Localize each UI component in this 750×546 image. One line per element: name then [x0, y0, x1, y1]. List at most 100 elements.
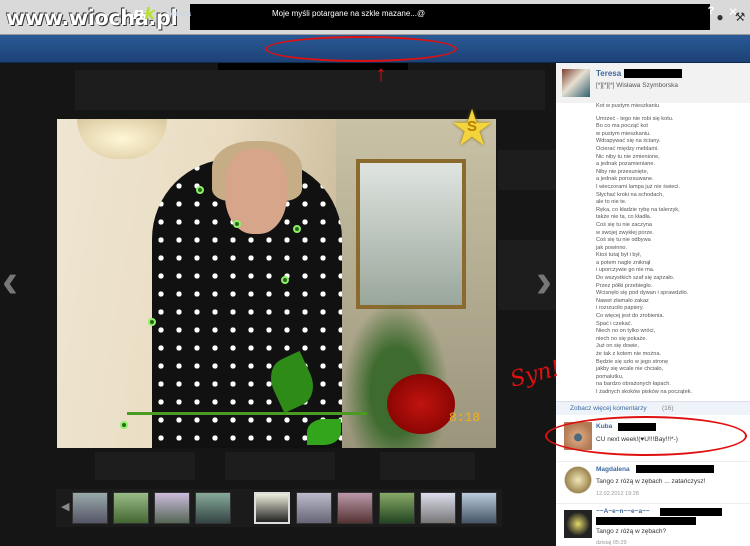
thumbnail[interactable] — [72, 492, 108, 524]
thumbnail[interactable] — [296, 492, 332, 524]
photo-tag-marker[interactable] — [233, 220, 241, 228]
photo-tag-marker[interactable] — [196, 186, 204, 194]
poem-line: jak powinno. — [596, 244, 628, 251]
close-button[interactable]: ✕ — [726, 5, 740, 21]
poem-line: Coś się tu nie odbywa — [596, 237, 651, 244]
poem-line: jakby się wcale nie chciało, — [596, 366, 664, 373]
poem-line: Coś się tu nie zaczyna — [596, 221, 652, 228]
thumbnail[interactable] — [113, 492, 149, 524]
redaction-bar — [636, 465, 714, 473]
photo-vine — [127, 412, 367, 415]
filmstrip-left-arrow-icon[interactable]: ◀ — [61, 500, 69, 513]
author-name[interactable]: Teresa — [596, 69, 621, 78]
thumbnail[interactable] — [420, 492, 456, 524]
photo-description: Kot w pustym mieszkaniu Umrzeć - tego nie… — [596, 103, 746, 397]
rose-icon — [387, 374, 455, 434]
poem-line: w swojej zwykłej porze. — [596, 229, 654, 236]
thumbnail[interactable] — [195, 492, 231, 524]
thumbnail[interactable] — [461, 492, 497, 524]
photo-timestamp: 8:18 — [449, 410, 481, 425]
photo-tag-marker[interactable] — [120, 421, 128, 429]
thumbnail[interactable] — [379, 492, 415, 524]
help-button[interactable]: ? — [704, 5, 718, 21]
poem-line: Wcisnęło się pod dywan i sprawdziło. — [596, 290, 689, 297]
star-badge-letter: S — [466, 118, 477, 135]
poem-line: i rozrzuciło papiery. — [596, 305, 644, 312]
poem-line: pomalutku, — [596, 373, 624, 380]
photo-leaf — [307, 419, 341, 445]
poem-line: Nawet złamało zakaz — [596, 297, 649, 304]
more-comments-link[interactable]: Zobacz więcej komentarzy — [570, 405, 647, 412]
poem-line: na bardzo obrażonych łapach. — [596, 381, 671, 388]
poem-line: w pustym mieszkaniu. — [596, 130, 651, 137]
poem-line: a jednak porozsuwane. — [596, 176, 654, 183]
commenter-avatar[interactable] — [564, 466, 592, 494]
commenter-name[interactable]: ~~A~e~n~~e~a~~ — [596, 508, 650, 515]
photo-tag-marker[interactable] — [148, 318, 156, 326]
background-block — [225, 452, 335, 480]
poem-line: ale to nie te. — [596, 199, 627, 206]
poem-line: I żadnych skoków pisków na początek. — [596, 388, 693, 395]
thumbnail[interactable] — [337, 492, 373, 524]
poem-line: także nie ta, co kładła. — [596, 214, 652, 221]
annotation-arrow-icon: ↑ — [375, 61, 387, 86]
annotation-oval — [265, 36, 457, 62]
poem-line: Już on się dowie, — [596, 343, 639, 350]
poem-line: niech no się pokaże. — [596, 335, 647, 342]
poem-line: a jednak pozamieniane. — [596, 161, 656, 168]
poem-line: Będzie się szło w jego stronę — [596, 358, 669, 365]
author-avatar[interactable] — [562, 69, 590, 97]
poem-line: Ręka, co kładzie rybę na talerzyk, — [596, 206, 680, 213]
commenter-avatar[interactable] — [564, 510, 592, 538]
comment-item: Magdalena Tango z różą w zębach ... zata… — [556, 461, 750, 501]
header-user-name[interactable]: Teresa — [167, 9, 191, 18]
poem-line: Niby nie przesunięte, — [596, 168, 649, 175]
photo-lamp — [77, 119, 167, 159]
comment-date: dzisiaj 05:29 — [596, 540, 627, 546]
poem-line: Co więcej jest do zrobienia. — [596, 313, 665, 320]
background-block — [498, 150, 556, 190]
photo-title: Moje myśli potargane na szkle mazane...@ — [272, 9, 426, 18]
annotation-oval — [545, 416, 747, 456]
poem-line: Umrzeć - tego nie robi się kotu. — [596, 115, 674, 122]
poem-line: Niech no on tylko wróci, — [596, 328, 656, 335]
poem-line: Słychać kroki na schodach, — [596, 191, 664, 198]
previous-photo-arrow-icon[interactable]: ‹ — [2, 250, 18, 314]
photo-info-panel: Teresa [*][*][*] Wisława Szymborska Kot … — [556, 63, 750, 546]
poem-line: Bo co ma począć kot — [596, 123, 648, 130]
comment-date: 12.02.2012 19:28 — [596, 491, 639, 497]
poem-line: a potem nagle zniknął — [596, 259, 651, 266]
comment-item: ~~A~e~n~~e~a~~ Tango z różą w zębach? dz… — [556, 503, 750, 546]
poem-line: Nic niby tu nie zmienione, — [596, 153, 660, 160]
main-photo[interactable] — [57, 119, 496, 448]
commenter-name[interactable]: Magdalena — [596, 466, 630, 473]
redaction-bar — [195, 7, 265, 19]
more-comments-count: (16) — [662, 405, 674, 412]
nk-logo[interactable]: nk — [133, 4, 155, 23]
poem-line: Ocierać między meblami. — [596, 145, 659, 152]
thumbnail-selected[interactable] — [254, 492, 290, 524]
photo-tag-marker[interactable] — [281, 276, 289, 284]
redaction-bar — [624, 69, 682, 78]
thumbnail[interactable] — [154, 492, 190, 524]
poem-line: Kot w pustym mieszkaniu — [596, 103, 660, 109]
redaction-bar — [190, 4, 710, 30]
poem-title: [*][*][*] Wisława Szymborska — [596, 82, 678, 89]
photo-tag-marker[interactable] — [293, 225, 301, 233]
background-block — [95, 452, 195, 480]
poem-line: że tak z kotem nie można. — [596, 351, 661, 357]
photo-painting — [356, 159, 466, 309]
comment-text: Tango z różą w zębach ... zatańczysz! — [596, 478, 706, 485]
next-photo-arrow-icon[interactable]: › — [536, 250, 552, 314]
redaction-bar — [660, 508, 722, 516]
poem-line: Spać i czekać. — [596, 320, 633, 327]
poem-line: i uporczywie go nie ma. — [596, 267, 655, 274]
background-block — [380, 452, 475, 480]
redaction-bar — [596, 517, 696, 525]
poem-line: Wdrapywać się na ściany. — [596, 138, 661, 145]
more-comments-bar: Zobacz więcej komentarzy (16) — [556, 401, 750, 415]
poem-line: Przez półki przebiegło. — [596, 282, 653, 289]
poem-line: Do wszystkich szaf się zajrzało. — [596, 275, 675, 282]
comment-text: Tango z różą w zębach? — [596, 528, 667, 535]
poem-line: I wieczorami lampa już nie świeci. — [596, 183, 680, 190]
